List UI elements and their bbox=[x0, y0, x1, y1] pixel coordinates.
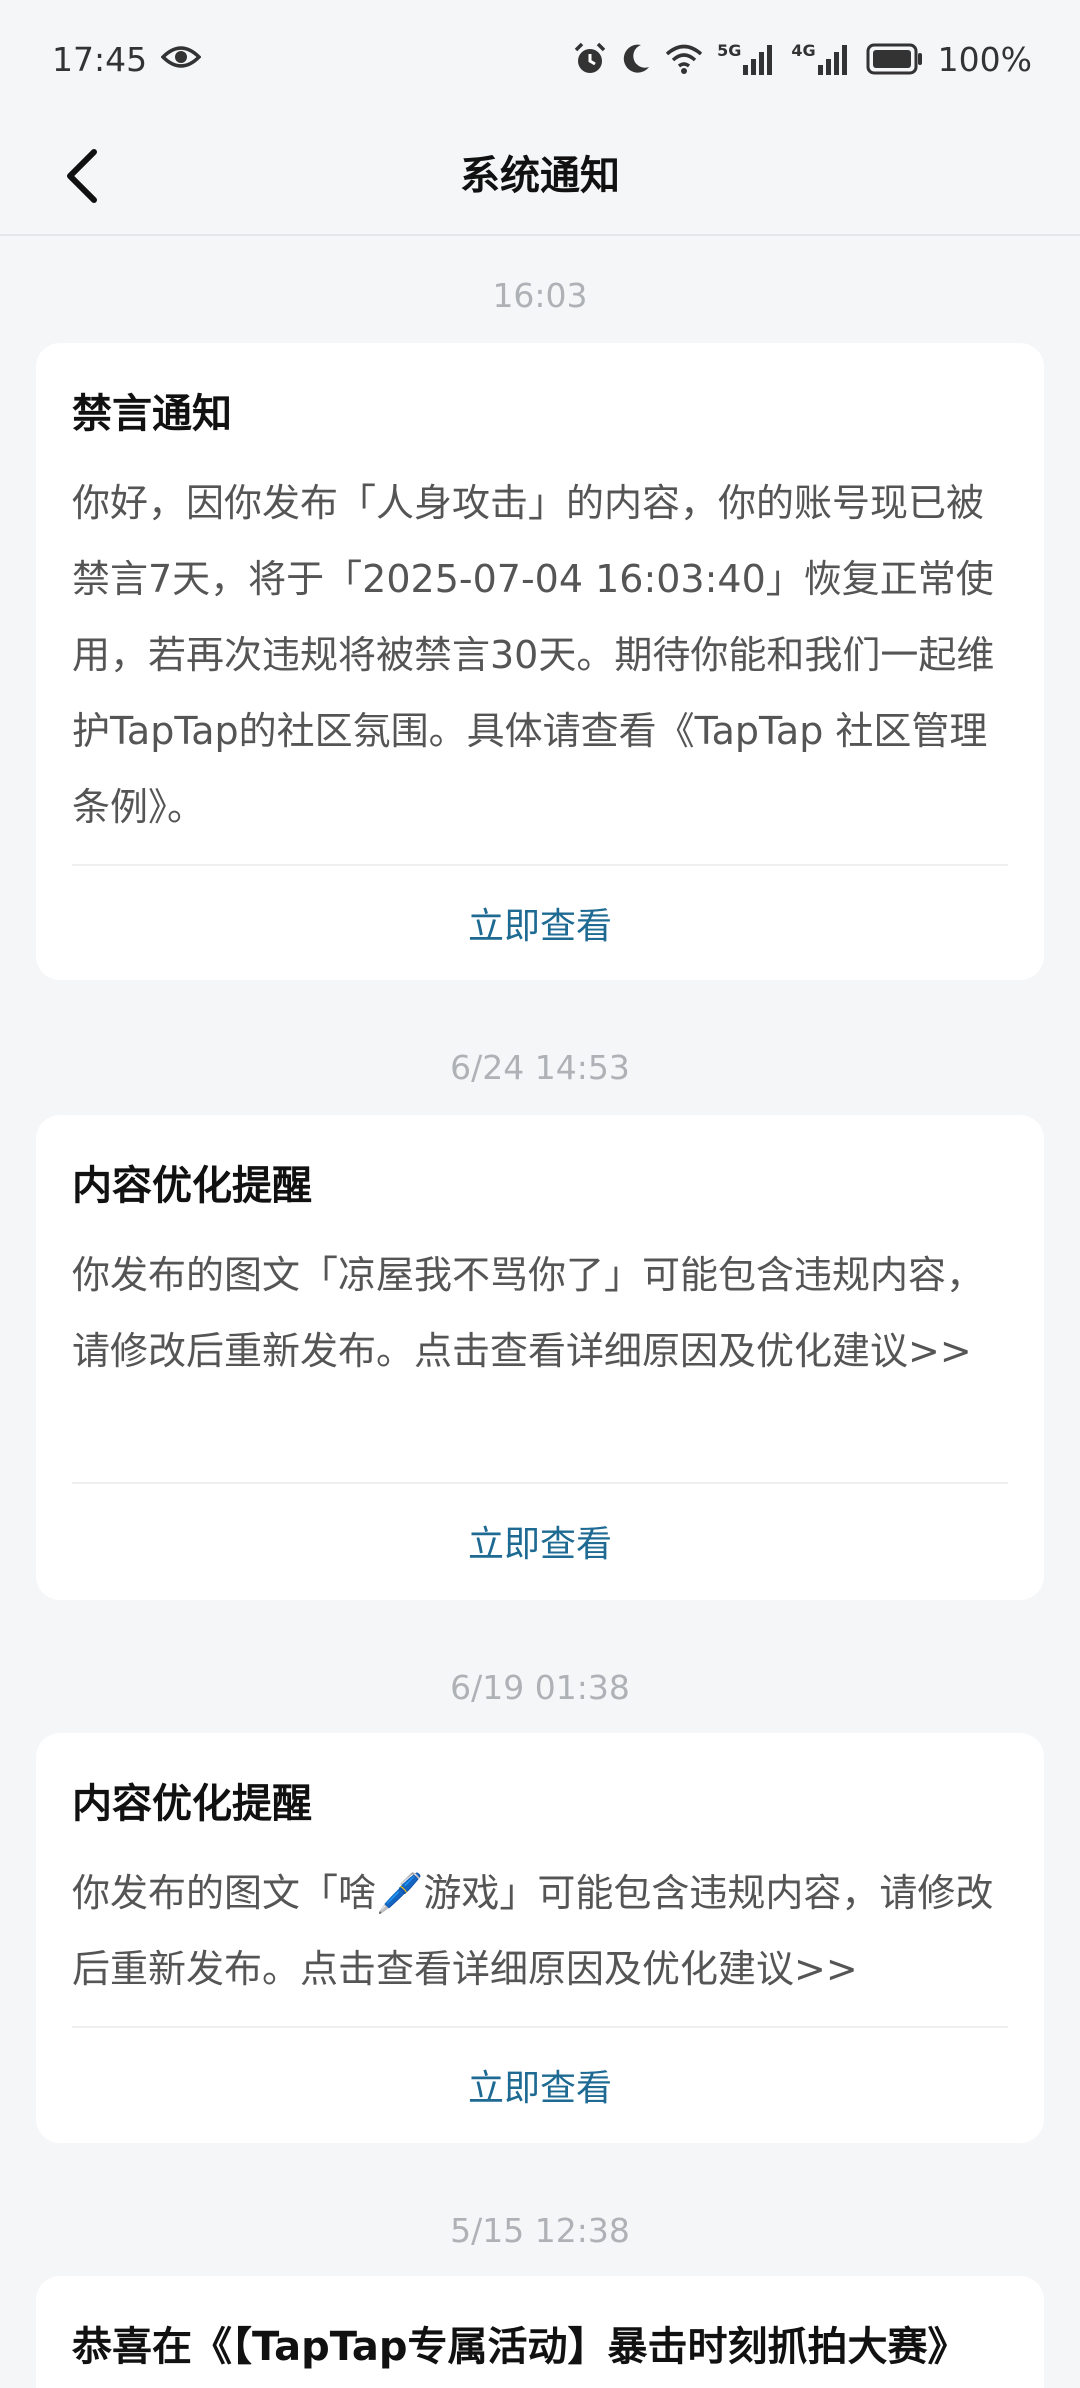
alarm-icon bbox=[573, 42, 607, 76]
notification-timestamp: 5/15 12:38 bbox=[450, 2211, 630, 2250]
battery-icon bbox=[866, 43, 924, 75]
status-left: 17:45 bbox=[52, 39, 202, 79]
notification-timestamp: 6/24 14:53 bbox=[450, 1048, 630, 1087]
notification-timestamp: 16:03 bbox=[492, 276, 588, 315]
notification-card: 内容优化提醒 你发布的图文「凉屋我不骂你了」可能包含违规内容，请修改后重新发布。… bbox=[36, 1115, 1044, 1600]
page-title: 系统通知 bbox=[460, 153, 620, 199]
status-time: 17:45 bbox=[52, 39, 148, 79]
notification-title: 内容优化提醒 bbox=[72, 1163, 312, 1209]
app-bar: 系统通知 bbox=[0, 118, 1080, 236]
view-now-link[interactable]: 立即查看 bbox=[36, 1515, 1044, 1567]
notification-card: 禁言通知 你好，因你发布「人身攻击」的内容，你的账号现已被禁言7天，将于「202… bbox=[36, 343, 1044, 980]
wifi-icon bbox=[665, 43, 703, 75]
signal-icon-5g: 5G bbox=[717, 43, 777, 75]
status-right: 5G 4G 100% bbox=[573, 40, 1032, 79]
card-divider bbox=[72, 1482, 1008, 1484]
view-now-link[interactable]: 立即查看 bbox=[36, 897, 1044, 949]
network-5g-label: 5G bbox=[717, 41, 742, 60]
notification-timestamp: 6/19 01:38 bbox=[450, 1668, 630, 1707]
notification-title: 内容优化提醒 bbox=[72, 1781, 312, 1827]
notification-title: 禁言通知 bbox=[72, 391, 232, 437]
notification-card: 恭喜在《【TapTap专属活动】暴击时刻抓拍大赛》 bbox=[36, 2276, 1044, 2388]
eye-icon bbox=[160, 40, 202, 79]
network-4g-label: 4G bbox=[791, 41, 816, 60]
battery-percentage: 100% bbox=[937, 39, 1032, 79]
notification-body: 你发布的图文「凉屋我不骂你了」可能包含违规内容，请修改后重新发布。点击查看详细原… bbox=[72, 1253, 985, 1373]
notification-body: 你发布的图文「啥🖊️游戏」可能包含违规内容，请修改后重新发布。点击查看详细原因及… bbox=[72, 1871, 994, 1991]
card-divider bbox=[72, 2026, 1008, 2028]
signal-icon-4g: 4G bbox=[791, 43, 851, 75]
notification-card: 内容优化提醒 你发布的图文「啥🖊️游戏」可能包含违规内容，请修改后重新发布。点击… bbox=[36, 1733, 1044, 2143]
status-bar: 17:45 5G 4G 100% bbox=[0, 0, 1080, 118]
notification-title: 恭喜在《【TapTap专属活动】暴击时刻抓拍大赛》 bbox=[72, 2324, 968, 2370]
view-now-link[interactable]: 立即查看 bbox=[36, 2059, 1044, 2111]
notification-body: 你好，因你发布「人身攻击」的内容，你的账号现已被禁言7天，将于「2025-07-… bbox=[72, 481, 995, 829]
card-divider bbox=[72, 864, 1008, 866]
moon-icon bbox=[621, 43, 651, 75]
